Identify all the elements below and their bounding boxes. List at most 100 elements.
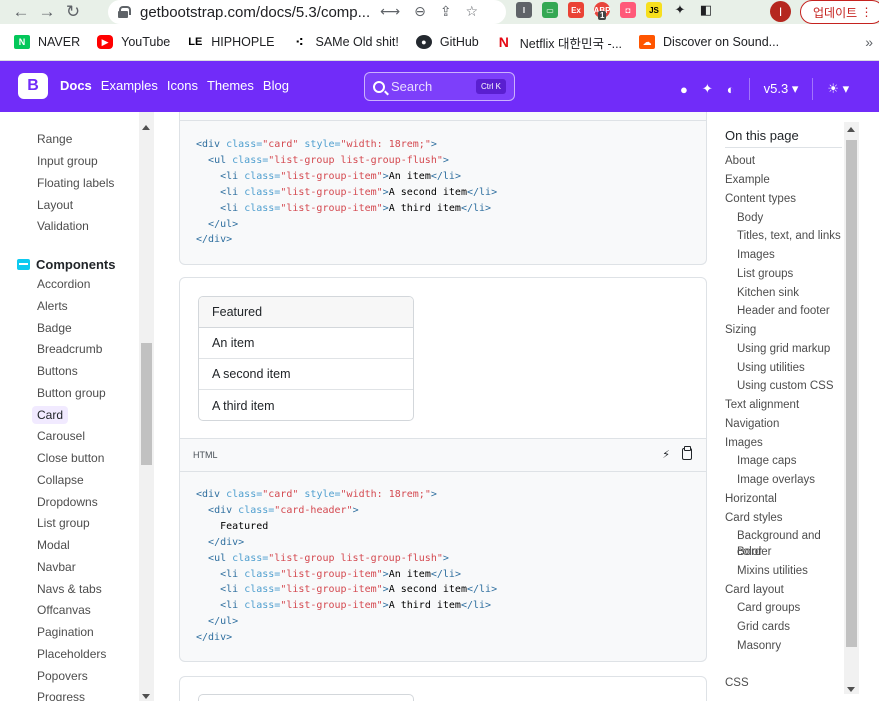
toc-item[interactable]: Kitchen sink: [737, 285, 799, 301]
sidebar-item-progress[interactable]: Progress: [37, 690, 85, 701]
github-icon[interactable]: ●: [680, 82, 688, 97]
bookmark-naver[interactable]: N NAVER: [14, 35, 80, 49]
sidebar-item-navbar[interactable]: Navbar: [37, 560, 76, 574]
bookmark-soundcloud[interactable]: ☁ Discover on Sound...: [639, 35, 779, 49]
toc-item[interactable]: Card groups: [737, 600, 800, 616]
bookmark-youtube[interactable]: ▶ YouTube: [97, 35, 170, 49]
sidebar-scrollbar[interactable]: [139, 112, 154, 701]
nav-link-themes[interactable]: Themes: [207, 78, 254, 93]
nav-link-icons[interactable]: Icons: [167, 78, 198, 93]
sidebar-item-accordion[interactable]: Accordion: [37, 277, 90, 291]
sidebar-item-close-button[interactable]: Close button: [37, 451, 104, 465]
docs-search-button[interactable]: Search Ctrl K: [364, 72, 515, 101]
toc-item[interactable]: Horizontal: [725, 491, 777, 507]
toc-item[interactable]: Grid cards: [737, 619, 790, 635]
toc-item[interactable]: Sizing: [725, 322, 756, 338]
nav-link-examples[interactable]: Examples: [101, 78, 158, 93]
forward-arrow-icon[interactable]: →: [34, 0, 60, 24]
share-icon[interactable]: ⇪: [440, 3, 452, 20]
sidebar-item-alerts[interactable]: Alerts: [37, 299, 68, 313]
back-arrow-icon[interactable]: ←: [8, 0, 34, 24]
toc-item[interactable]: Titles, text, and links: [737, 228, 841, 244]
toc-item[interactable]: Masonry: [737, 638, 781, 654]
opencollective-icon[interactable]: ◐: [727, 82, 735, 97]
sidebar-item-validation[interactable]: Validation: [37, 219, 89, 233]
nav-link-blog[interactable]: Blog: [263, 78, 289, 93]
toc-item[interactable]: Body: [737, 210, 763, 226]
extension-icon[interactable]: ▭: [542, 2, 558, 18]
sidebar-item-offcanvas[interactable]: Offcanvas: [37, 603, 91, 617]
sidebar-item-pagination[interactable]: Pagination: [37, 625, 94, 639]
copy-icon[interactable]: [682, 446, 692, 460]
scroll-down-arrow-icon[interactable]: [847, 687, 855, 692]
bootstrap-logo[interactable]: B: [18, 73, 48, 99]
sidebar-item-popovers[interactable]: Popovers: [37, 669, 88, 683]
bookmark-netflix[interactable]: N Netflix 대한민국 -...: [496, 33, 622, 52]
more-bookmarks-icon[interactable]: »: [865, 34, 873, 50]
js-extension-icon[interactable]: JS: [646, 2, 662, 18]
version-dropdown[interactable]: v5.3 ▾: [764, 81, 799, 97]
sidebar-item-modal[interactable]: Modal: [37, 538, 70, 552]
sidebar-item-dropdowns[interactable]: Dropdowns: [37, 495, 98, 509]
sidebar-section-components[interactable]: Components: [17, 257, 115, 272]
side-panel-icon[interactable]: ◧: [698, 2, 714, 18]
scroll-up-arrow-icon[interactable]: [142, 125, 150, 130]
toc-item[interactable]: Content types: [725, 191, 796, 207]
bookmark-hiphople[interactable]: LE HIPHOPLE: [187, 35, 274, 49]
extension-icon[interactable]: ◘: [620, 2, 636, 18]
scrollbar-thumb[interactable]: [141, 343, 152, 465]
reload-icon[interactable]: ↻: [60, 0, 86, 24]
bookmark-github[interactable]: ● GitHub: [415, 35, 479, 49]
toc-item[interactable]: Using utilities: [737, 360, 805, 376]
toc-item[interactable]: Using custom CSS: [737, 378, 834, 394]
toc-item[interactable]: List groups: [737, 266, 793, 282]
toc-item[interactable]: Navigation: [725, 416, 779, 432]
sidebar-item-floating-labels[interactable]: Floating labels: [37, 176, 114, 190]
toc-item[interactable]: Image overlays: [737, 472, 815, 488]
nav-link-docs[interactable]: Docs: [60, 78, 92, 93]
toc-item[interactable]: Card layout: [725, 582, 784, 598]
sidebar-item-placeholders[interactable]: Placeholders: [37, 647, 106, 661]
sidebar-item-collapse[interactable]: Collapse: [37, 473, 84, 487]
twitter-icon[interactable]: ✦: [702, 81, 713, 97]
scrollbar-thumb[interactable]: [846, 140, 857, 647]
toc-item[interactable]: Text alignment: [725, 397, 799, 413]
extension-icon[interactable]: I: [516, 2, 532, 18]
update-button[interactable]: 업데이트 ⋮: [800, 0, 879, 24]
sidebar-item-navs-tabs[interactable]: Navs & tabs: [37, 582, 102, 596]
sidebar-item-input-group[interactable]: Input group: [37, 154, 98, 168]
stackblitz-icon[interactable]: ⚡: [662, 448, 670, 461]
zoom-icon[interactable]: ⊖: [414, 3, 426, 20]
sidebar-item-badge[interactable]: Badge: [37, 321, 72, 335]
page-scrollbar[interactable]: [844, 122, 859, 694]
sidebar-item-buttons[interactable]: Buttons: [37, 364, 78, 378]
translate-icon[interactable]: ⟷: [380, 3, 400, 20]
toc-item[interactable]: Image caps: [737, 453, 796, 469]
sidebar-item-breadcrumb[interactable]: Breadcrumb: [37, 342, 102, 356]
adblock-icon[interactable]: ABP 1: [594, 2, 610, 20]
toc-item[interactable]: Border: [737, 544, 772, 560]
toc-item[interactable]: Images: [737, 247, 775, 263]
extension-icon[interactable]: Ex: [568, 2, 584, 18]
sidebar-item-carousel[interactable]: Carousel: [37, 429, 85, 443]
toc-item[interactable]: Mixins utilities: [737, 563, 808, 579]
profile-avatar[interactable]: I: [770, 1, 791, 22]
puzzle-icon[interactable]: ✦: [672, 2, 688, 18]
sidebar-item-card[interactable]: Card: [32, 406, 69, 424]
toc-item[interactable]: CSS: [725, 675, 749, 691]
sidebar-item-list-group[interactable]: List group: [37, 516, 90, 530]
theme-toggle[interactable]: ☀ ▾: [827, 81, 849, 97]
sidebar-item-range[interactable]: Range: [37, 132, 72, 146]
scroll-up-arrow-icon[interactable]: [847, 127, 855, 132]
sidebar-item-button-group[interactable]: Button group: [37, 386, 106, 400]
scroll-down-arrow-icon[interactable]: [142, 694, 150, 699]
bookmark-same-old-shit[interactable]: ⁖ SAMe Old shit!: [291, 35, 398, 49]
sidebar-item-layout[interactable]: Layout: [37, 198, 73, 212]
toc-item[interactable]: Images: [725, 435, 763, 451]
toc-item[interactable]: Card styles: [725, 510, 783, 526]
toc-item[interactable]: Example: [725, 172, 770, 188]
toc-item[interactable]: About: [725, 153, 755, 169]
toc-item[interactable]: Using grid markup: [737, 341, 830, 357]
bookmark-star-icon[interactable]: ☆: [466, 3, 479, 20]
toc-item[interactable]: Header and footer: [737, 303, 830, 319]
